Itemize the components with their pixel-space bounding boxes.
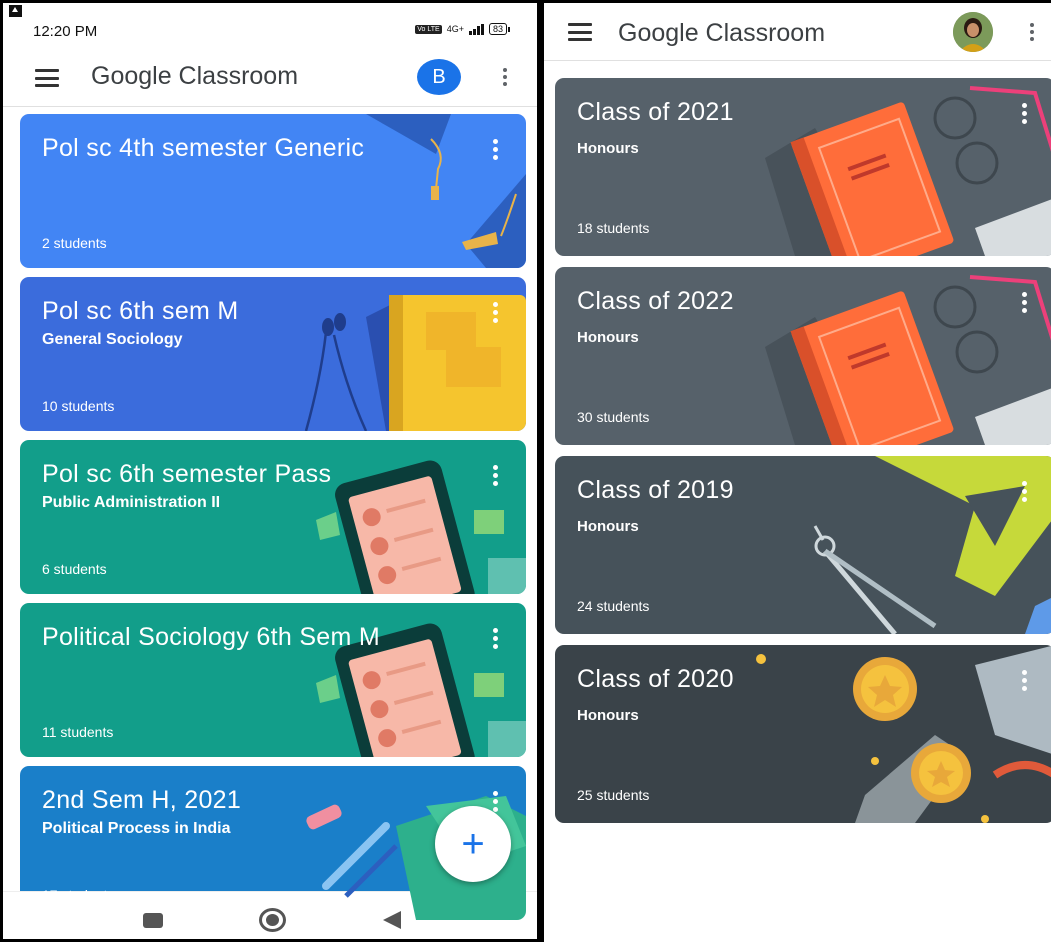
class-options-icon[interactable] [1022, 481, 1027, 502]
profile-photo-icon [953, 12, 993, 52]
class-title: Pol sc 6th semester Pass [42, 460, 332, 488]
status-time: 12:20 PM [33, 23, 98, 40]
recents-icon[interactable] [143, 913, 163, 928]
class-subtitle: General Sociology [42, 331, 183, 348]
class-subtitle: Honours [577, 707, 639, 724]
class-options-icon[interactable] [493, 302, 498, 323]
app-bar: Google Classroom B [3, 49, 537, 107]
class-options-icon[interactable] [1022, 292, 1027, 313]
left-phone-screen: 12:20 PM Vo LTE 4G+ 83 Google Classroom … [0, 0, 540, 942]
status-bar: 12:20 PM Vo LTE 4G+ 83 [3, 3, 537, 49]
medals-illustration [756, 646, 1051, 823]
class-subtitle: Public Administration II [42, 494, 221, 511]
app-bar: Google Classroom [544, 3, 1051, 61]
battery-icon: 83 [488, 23, 511, 35]
class-options-icon[interactable] [493, 139, 498, 160]
class-title: Pol sc 6th sem M [42, 297, 239, 325]
volte-icon: Vo LTE [415, 24, 442, 34]
student-count: 6 students [42, 561, 107, 577]
class-card[interactable]: Class of 2019 Honours 24 students [555, 456, 1051, 634]
network-type: 4G+ [446, 24, 464, 34]
class-title: Political Sociology 6th Sem M [42, 623, 381, 651]
class-card[interactable]: Class of 2021 Honours 18 students [555, 78, 1051, 256]
right-phone-screen: Google Classroom Class of 2021 Honours 1… [540, 0, 1051, 942]
class-card[interactable]: Class of 2022 Honours 30 students [555, 267, 1051, 445]
class-card[interactable]: Political Sociology 6th Sem M 11 student… [20, 603, 526, 757]
class-subtitle: Political Process in India [42, 820, 231, 837]
app-title: Google Classroom [91, 62, 299, 90]
class-options-icon[interactable] [493, 791, 498, 812]
class-subtitle: Honours [577, 518, 639, 535]
class-options-icon[interactable] [493, 628, 498, 649]
upload-notification-icon [9, 5, 22, 17]
status-indicators: Vo LTE 4G+ 83 [415, 23, 511, 35]
class-card[interactable]: Class of 2020 Honours 25 students [555, 645, 1051, 823]
class-options-icon[interactable] [1022, 103, 1027, 124]
class-title: Class of 2020 [577, 665, 734, 693]
plus-icon: + [461, 821, 485, 866]
student-count: 11 students [42, 724, 114, 740]
student-count: 2 students [42, 235, 107, 251]
more-options-icon[interactable] [503, 68, 507, 86]
class-title: 2nd Sem H, 2021 [42, 786, 242, 814]
class-card[interactable]: Pol sc 6th semester Pass Public Administ… [20, 440, 526, 594]
class-subtitle: Honours [577, 140, 639, 157]
class-card[interactable]: Pol sc 4th semester Generic 2 students [20, 114, 526, 268]
create-class-button[interactable]: + [435, 806, 511, 882]
student-count: 10 students [42, 398, 115, 414]
hamburger-menu-icon[interactable] [568, 23, 592, 41]
class-card[interactable]: Pol sc 6th sem M General Sociology 10 st… [20, 277, 526, 431]
student-count: 25 students [577, 787, 650, 803]
app-title: Google Classroom [618, 19, 826, 47]
hamburger-menu-icon[interactable] [35, 69, 59, 87]
signal-icon [468, 23, 484, 35]
class-title: Class of 2022 [577, 287, 734, 315]
tablet-illustration [316, 460, 526, 594]
class-title: Class of 2021 [577, 98, 734, 126]
student-count: 18 students [577, 220, 650, 236]
class-options-icon[interactable] [493, 465, 498, 486]
book-glasses-illustration [765, 275, 1051, 445]
class-title: Pol sc 4th semester Generic [42, 134, 365, 162]
student-count: 17 students [42, 887, 115, 903]
home-icon[interactable] [259, 908, 286, 932]
class-title: Class of 2019 [577, 476, 734, 504]
profile-avatar[interactable] [953, 12, 993, 52]
student-count: 30 students [577, 409, 650, 425]
class-options-icon[interactable] [1022, 670, 1027, 691]
earphones-notebook-illustration [304, 295, 526, 431]
student-count: 24 students [577, 598, 650, 614]
more-options-icon[interactable] [1030, 23, 1034, 41]
compass-ruler-illustration [813, 456, 1051, 634]
account-avatar[interactable]: B [417, 59, 461, 95]
class-subtitle: Honours [577, 329, 639, 346]
book-glasses-illustration [765, 86, 1051, 256]
